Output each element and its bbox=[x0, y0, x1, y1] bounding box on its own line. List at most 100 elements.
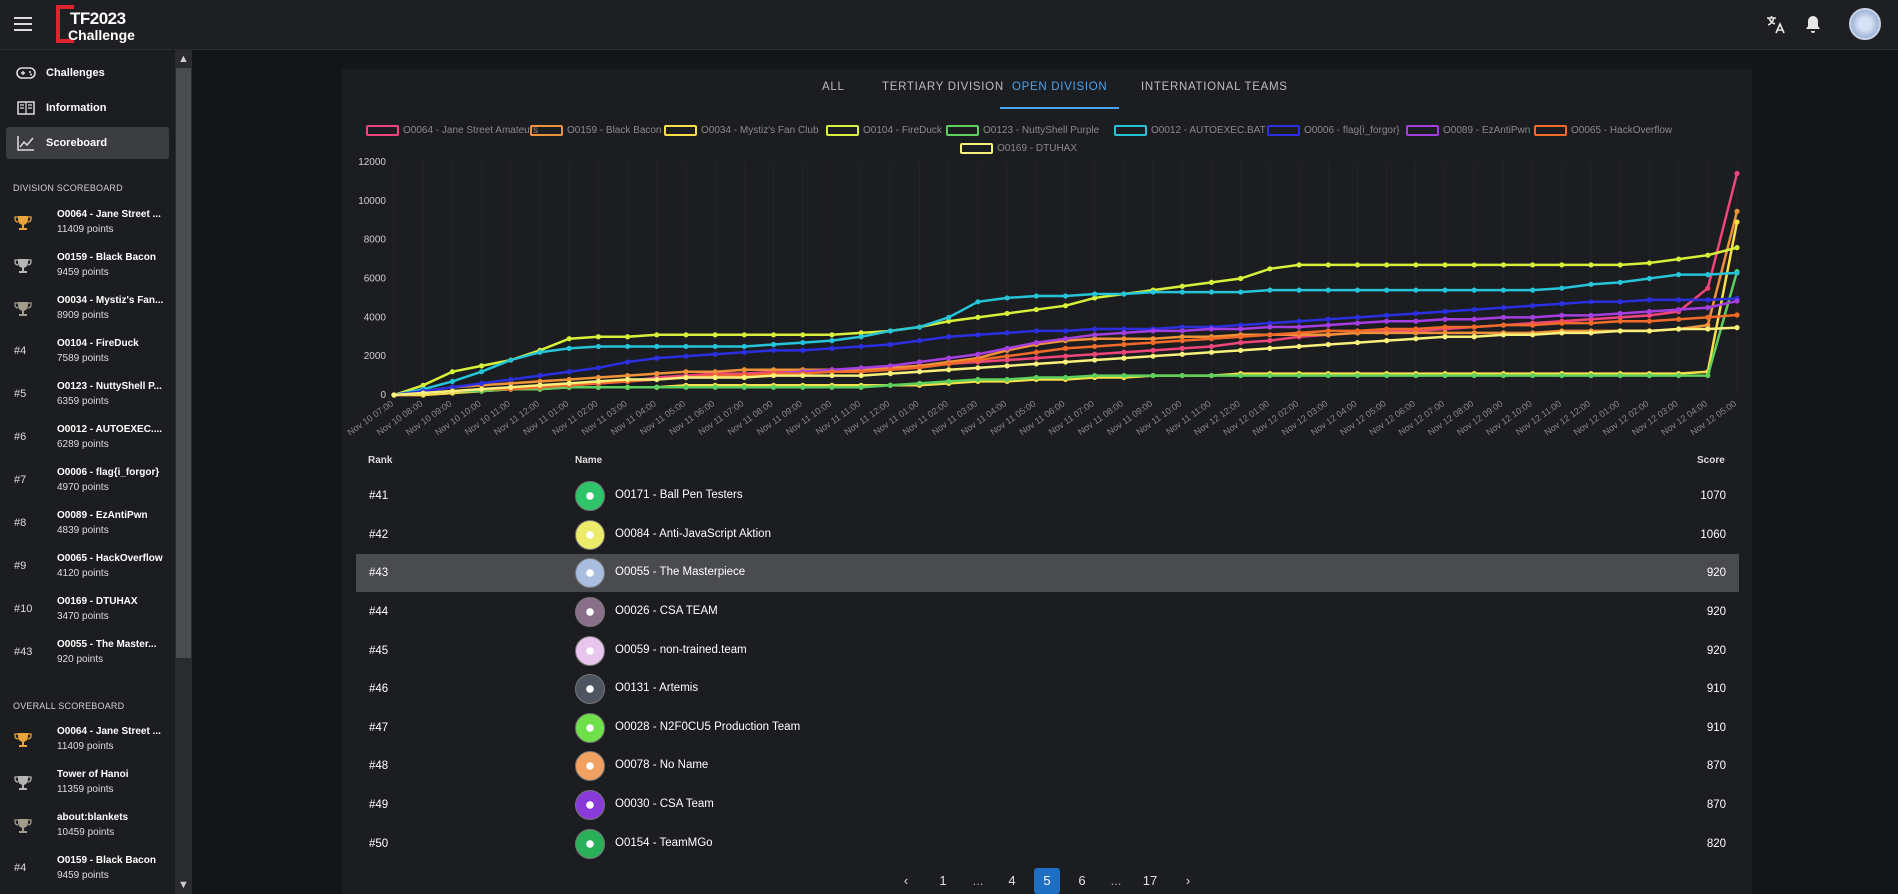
app-logo[interactable]: TF2023 Challenge bbox=[56, 5, 146, 45]
sidebar-scroll-thumb[interactable] bbox=[176, 68, 191, 658]
scoreboard-entry[interactable]: O0034 - Mystiz's Fan... 8909 points bbox=[6, 292, 169, 328]
data-point bbox=[1530, 322, 1536, 328]
row-team-name[interactable]: O0154 - TeamMGo bbox=[615, 837, 713, 849]
row-team-name[interactable]: O0059 - non-trained.team bbox=[615, 644, 747, 656]
page-button[interactable]: 1 bbox=[930, 868, 956, 894]
table-row[interactable]: #47 O0028 - N2F0CU5 Production Team 910 bbox=[356, 709, 1739, 747]
legend-item[interactable]: O0089 - EzAntiPwn bbox=[1406, 125, 1530, 136]
row-team-name[interactable]: O0055 - The Masterpiece bbox=[615, 566, 745, 578]
row-team-name[interactable]: O0028 - N2F0CU5 Production Team bbox=[615, 721, 800, 733]
row-team-name[interactable]: O0171 - Ball Pen Testers bbox=[615, 489, 743, 501]
data-point bbox=[683, 374, 689, 381]
legend-swatch bbox=[1534, 125, 1567, 136]
data-point bbox=[800, 384, 806, 390]
table-row[interactable]: #43 O0055 - The Masterpiece 920 bbox=[356, 554, 1739, 592]
legend-item[interactable]: O0104 - FireDuck bbox=[826, 125, 942, 136]
data-point bbox=[975, 357, 981, 363]
user-avatar[interactable] bbox=[1849, 8, 1881, 40]
nav-scoreboard[interactable]: Scoreboard bbox=[6, 127, 169, 159]
table-row[interactable]: #46 O0131 - Artemis 910 bbox=[356, 670, 1739, 708]
scroll-down-icon[interactable]: ▼ bbox=[176, 878, 191, 892]
table-row[interactable]: #44 O0026 - CSA TEAM 920 bbox=[356, 593, 1739, 631]
logo-line1: TF2023 bbox=[70, 9, 126, 28]
data-point bbox=[1208, 326, 1215, 332]
data-point bbox=[712, 384, 718, 390]
translate-icon[interactable] bbox=[1763, 13, 1787, 37]
row-rank: #45 bbox=[369, 645, 389, 657]
row-team-name[interactable]: O0084 - Anti-JavaScript Aktion bbox=[615, 528, 771, 540]
row-team-name[interactable]: O0030 - CSA Team bbox=[615, 798, 714, 810]
legend-item[interactable]: O0012 - AUTOEXEC.BAT bbox=[1114, 125, 1266, 136]
tab-tertiary-division[interactable]: TERTIARY DIVISION bbox=[882, 81, 1004, 109]
page-button[interactable]: 17 bbox=[1137, 868, 1163, 894]
scoreboard-entry[interactable]: #5 O0123 - NuttyShell P... 6359 points bbox=[6, 378, 169, 414]
nav-challenges[interactable]: Challenges bbox=[6, 57, 169, 89]
tab-open-division[interactable]: OPEN DIVISION bbox=[1000, 81, 1120, 109]
prev-page-icon[interactable]: ‹ bbox=[893, 868, 919, 894]
nav-information[interactable]: Information bbox=[6, 92, 169, 124]
scoreboard-entry[interactable]: #8 O0089 - EzAntiPwn 4839 points bbox=[6, 507, 169, 543]
entry-points: 7589 points bbox=[57, 353, 109, 364]
data-point bbox=[1646, 275, 1653, 282]
data-point bbox=[1354, 314, 1361, 320]
team-avatar bbox=[575, 636, 605, 666]
scoreboard-entry[interactable]: #10 O0169 - DTUHAX 3470 points bbox=[6, 593, 169, 629]
scoreboard-entry[interactable]: #6 O0012 - AUTOEXEC.... 6289 points bbox=[6, 421, 169, 457]
menu-icon[interactable] bbox=[12, 13, 34, 35]
table-row[interactable]: #48 O0078 - No Name 870 bbox=[356, 747, 1739, 785]
scoreboard-entry[interactable]: #7 O0006 - flag{i_forgor} 4970 points bbox=[6, 464, 169, 500]
data-point bbox=[741, 384, 747, 390]
notification-bell-icon[interactable] bbox=[1801, 13, 1825, 37]
table-row[interactable]: #45 O0059 - non-trained.team 920 bbox=[356, 632, 1739, 670]
row-score: 910 bbox=[1706, 683, 1726, 695]
page-button[interactable]: 4 bbox=[999, 868, 1025, 894]
scoreboard-entry[interactable]: O0159 - Black Bacon 9459 points bbox=[6, 249, 169, 285]
tab-international-teams[interactable]: INTERNATIONAL TEAMS bbox=[1141, 81, 1288, 109]
data-point bbox=[1121, 336, 1127, 342]
data-point bbox=[1530, 262, 1536, 268]
data-point bbox=[654, 355, 660, 361]
row-team-name[interactable]: O0131 - Artemis bbox=[615, 682, 698, 694]
scoreboard-entry[interactable]: Tower of Hanoi 11359 points bbox=[6, 766, 169, 802]
scoreboard-entry[interactable]: #43 O0055 - The Master... 920 points bbox=[6, 636, 169, 672]
scoreboard-entry[interactable]: #9 O0065 - HackOverflow 4120 points bbox=[6, 550, 169, 586]
data-point bbox=[1092, 343, 1098, 350]
row-team-name[interactable]: O0026 - CSA TEAM bbox=[615, 605, 718, 617]
scoreboard-entry[interactable]: O0064 - Jane Street ... 11409 points bbox=[6, 206, 169, 242]
legend-item[interactable]: O0123 - NuttyShell Purple bbox=[946, 125, 1099, 136]
data-point bbox=[770, 372, 777, 379]
logo-line2: Challenge bbox=[68, 27, 135, 43]
legend-item[interactable]: O0064 - Jane Street Amateurs bbox=[366, 125, 538, 136]
data-point bbox=[887, 371, 893, 377]
page-button[interactable]: 6 bbox=[1069, 868, 1095, 894]
tab-all[interactable]: ALL bbox=[822, 81, 845, 109]
row-team-name[interactable]: O0078 - No Name bbox=[615, 759, 708, 771]
row-score: 820 bbox=[1706, 838, 1726, 850]
next-page-icon[interactable]: › bbox=[1175, 868, 1201, 894]
table-row[interactable]: #42 O0084 - Anti-JavaScript Aktion 1060 bbox=[356, 516, 1739, 554]
legend-item[interactable]: O0006 - flag{i_forgor} bbox=[1267, 125, 1400, 136]
row-rank: #43 bbox=[369, 567, 389, 579]
data-point bbox=[1092, 332, 1098, 338]
scoreboard-entry[interactable]: #4 O0159 - Black Bacon 9459 points bbox=[6, 852, 169, 888]
data-point bbox=[741, 349, 747, 355]
scroll-up-icon[interactable]: ▲ bbox=[176, 52, 191, 66]
row-score: 920 bbox=[1706, 567, 1726, 579]
legend-item[interactable]: O0159 - Black Bacon bbox=[530, 125, 662, 136]
page-button[interactable]: 5 bbox=[1034, 868, 1060, 894]
data-point bbox=[1033, 293, 1039, 299]
table-row[interactable]: #50 O0154 - TeamMGo 820 bbox=[356, 825, 1739, 863]
data-point bbox=[654, 343, 660, 350]
data-point bbox=[566, 336, 572, 342]
entry-points: 11409 points bbox=[57, 741, 114, 752]
legend-item[interactable]: O0034 - Mystiz's Fan Club bbox=[664, 125, 819, 136]
table-row[interactable]: #49 O0030 - CSA Team 870 bbox=[356, 786, 1739, 824]
data-point bbox=[1646, 260, 1653, 266]
legend-item[interactable]: O0065 - HackOverflow bbox=[1534, 125, 1672, 136]
nav-scoreboard-label: Scoreboard bbox=[46, 137, 108, 149]
scoreboard-entry[interactable]: O0064 - Jane Street ... 11409 points bbox=[6, 723, 169, 759]
data-point bbox=[1267, 345, 1273, 351]
table-row[interactable]: #41 O0171 - Ball Pen Testers 1070 bbox=[356, 477, 1739, 515]
scoreboard-entry[interactable]: #4 O0104 - FireDuck 7589 points bbox=[6, 335, 169, 371]
scoreboard-entry[interactable]: about:blankets 10459 points bbox=[6, 809, 169, 845]
